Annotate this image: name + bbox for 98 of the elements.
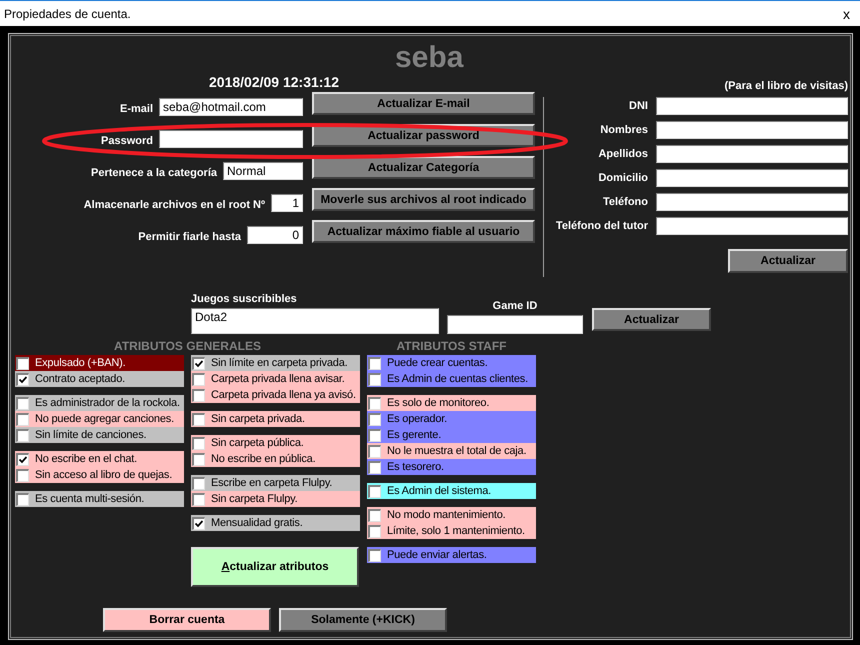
attribute-label: Sin carpeta Flulpy. (211, 493, 298, 505)
attribute-label: Puede crear cuentas. (387, 357, 488, 369)
window-title: Propiedades de cuenta. (4, 6, 131, 20)
checkbox[interactable] (368, 460, 381, 474)
attribute-label: Es solo de monitoreo. (387, 397, 490, 409)
text-area[interactable]: Dota2 (191, 308, 439, 334)
checkbox[interactable] (368, 372, 381, 386)
input-field[interactable] (656, 145, 848, 163)
input-field[interactable] (656, 121, 848, 139)
checkbox[interactable] (192, 452, 205, 466)
update-attributes-button[interactable]: Actualizar atributos (191, 547, 359, 587)
checkbox[interactable] (16, 396, 29, 410)
input-field[interactable] (656, 217, 848, 235)
attribute-label: No puede agregar canciones. (35, 413, 174, 425)
attribute-label: Es gerente. (387, 429, 442, 441)
section-heading: ATRIBUTOS GENERALES (113, 339, 262, 353)
section-heading: ATRIBUTOS STAFF (396, 339, 508, 353)
field-label: Game ID (492, 299, 538, 313)
attribute-label: No escribe en el chat. (35, 453, 137, 465)
attribute-label: Puede enviar alertas. (387, 549, 487, 561)
checkbox[interactable] (368, 484, 381, 498)
update-button[interactable]: Moverle sus archivos al root indicado (312, 188, 535, 211)
attribute-label: Escribe en carpeta Flulpy. (211, 477, 332, 489)
update-button[interactable]: Actualizar máximo fiable al usuario (312, 220, 535, 243)
field-label: Teléfono (602, 195, 648, 209)
attribute-label: No escribe en pública. (211, 453, 316, 465)
attribute-label: Sin carpeta privada. (211, 413, 305, 425)
attribute-label: Es cuenta multi-sesión. (35, 493, 144, 505)
action-button[interactable]: Borrar cuenta (103, 608, 271, 632)
field-label: Pertenece a la categoría (91, 166, 217, 180)
checkbox[interactable] (192, 516, 205, 530)
checkbox[interactable] (368, 508, 381, 522)
checkbox[interactable] (368, 428, 381, 442)
attribute-label: Sin acceso al libro de quejas. (35, 469, 172, 481)
update-button[interactable]: Actualizar Categoría (312, 156, 535, 179)
field-label: Apellidos (598, 147, 648, 161)
update-button[interactable]: Actualizar (728, 249, 848, 273)
attribute-label: Mensualidad gratis. (211, 517, 303, 529)
attribute-label: Expulsado (+BAN). (35, 357, 126, 369)
field-label: E-mail (120, 102, 153, 116)
checkbox[interactable] (192, 372, 205, 386)
attribute-label: No le muestra el total de caja. (387, 445, 526, 457)
update-button[interactable]: Actualizar E-mail (312, 92, 535, 115)
checkbox[interactable] (16, 492, 29, 506)
checkbox[interactable] (368, 444, 381, 458)
attribute-label: Es Admin del sistema. (387, 485, 492, 497)
checkbox[interactable] (368, 412, 381, 426)
field-label: Teléfono del tutor (556, 219, 648, 233)
checkbox[interactable] (16, 412, 29, 426)
field-label: Nombres (600, 123, 648, 137)
update-button[interactable]: Actualizar (592, 308, 711, 331)
attribute-label: Carpeta privada llena avisar. (211, 373, 345, 385)
attribute-label: Límite, solo 1 mantenimiento. (387, 525, 525, 537)
input-field[interactable] (159, 130, 303, 148)
field-label: Domicilio (598, 171, 648, 185)
checkbox[interactable] (16, 452, 29, 466)
input-field[interactable]: 1 (271, 194, 303, 212)
attribute-label: Sin límite de canciones. (35, 429, 146, 441)
checkbox[interactable] (368, 396, 381, 410)
attribute-label: Sin carpeta pública. (211, 437, 304, 449)
attribute-label: Carpeta privada llena ya avisó. (211, 389, 356, 401)
input-field[interactable] (656, 97, 848, 115)
close-button[interactable]: x (839, 6, 854, 22)
checkbox[interactable] (192, 388, 205, 402)
section-note: (Para el libro de visitas) (724, 79, 848, 93)
input-field[interactable] (656, 169, 848, 187)
attribute-label: No modo mantenimiento. (387, 509, 506, 521)
input-field[interactable]: seba@hotmail.com (159, 98, 303, 116)
attribute-label: Es tesorero. (387, 461, 444, 473)
checkbox[interactable] (16, 428, 29, 442)
field-label: Almacenarle archivos en el root Nº (84, 198, 265, 212)
checkbox[interactable] (16, 468, 29, 482)
field-label: Password (101, 134, 153, 148)
input-field[interactable] (656, 193, 848, 211)
checkbox[interactable] (368, 356, 381, 370)
checkbox[interactable] (192, 492, 205, 506)
checkbox[interactable] (192, 476, 205, 490)
attribute-label: Contrato aceptado. (35, 373, 125, 385)
attribute-label: Es Admin de cuentas clientes. (387, 373, 528, 385)
user-name: seba (395, 42, 464, 74)
checkbox[interactable] (368, 548, 381, 562)
attribute-label: Es operador. (387, 413, 447, 425)
timestamp: 2018/02/09 12:31:12 (209, 74, 339, 90)
checkbox[interactable] (16, 356, 29, 370)
input-field[interactable] (447, 315, 583, 334)
checkbox[interactable] (16, 372, 29, 386)
field-label: Permitir fiarle hasta (138, 230, 241, 244)
checkbox[interactable] (192, 436, 205, 450)
input-field[interactable]: 0 (247, 226, 303, 244)
field-label: DNI (629, 99, 648, 113)
checkbox[interactable] (368, 524, 381, 538)
checkbox[interactable] (192, 412, 205, 426)
action-button[interactable]: Solamente (+KICK) (279, 608, 447, 632)
attribute-label: Sin límite en carpeta privada. (211, 357, 348, 369)
field-label: Juegos suscribibles (191, 292, 298, 306)
checkbox[interactable] (192, 356, 205, 370)
attribute-label: Es administrador de la rockola. (35, 397, 180, 409)
input-field[interactable]: Normal (223, 162, 303, 180)
